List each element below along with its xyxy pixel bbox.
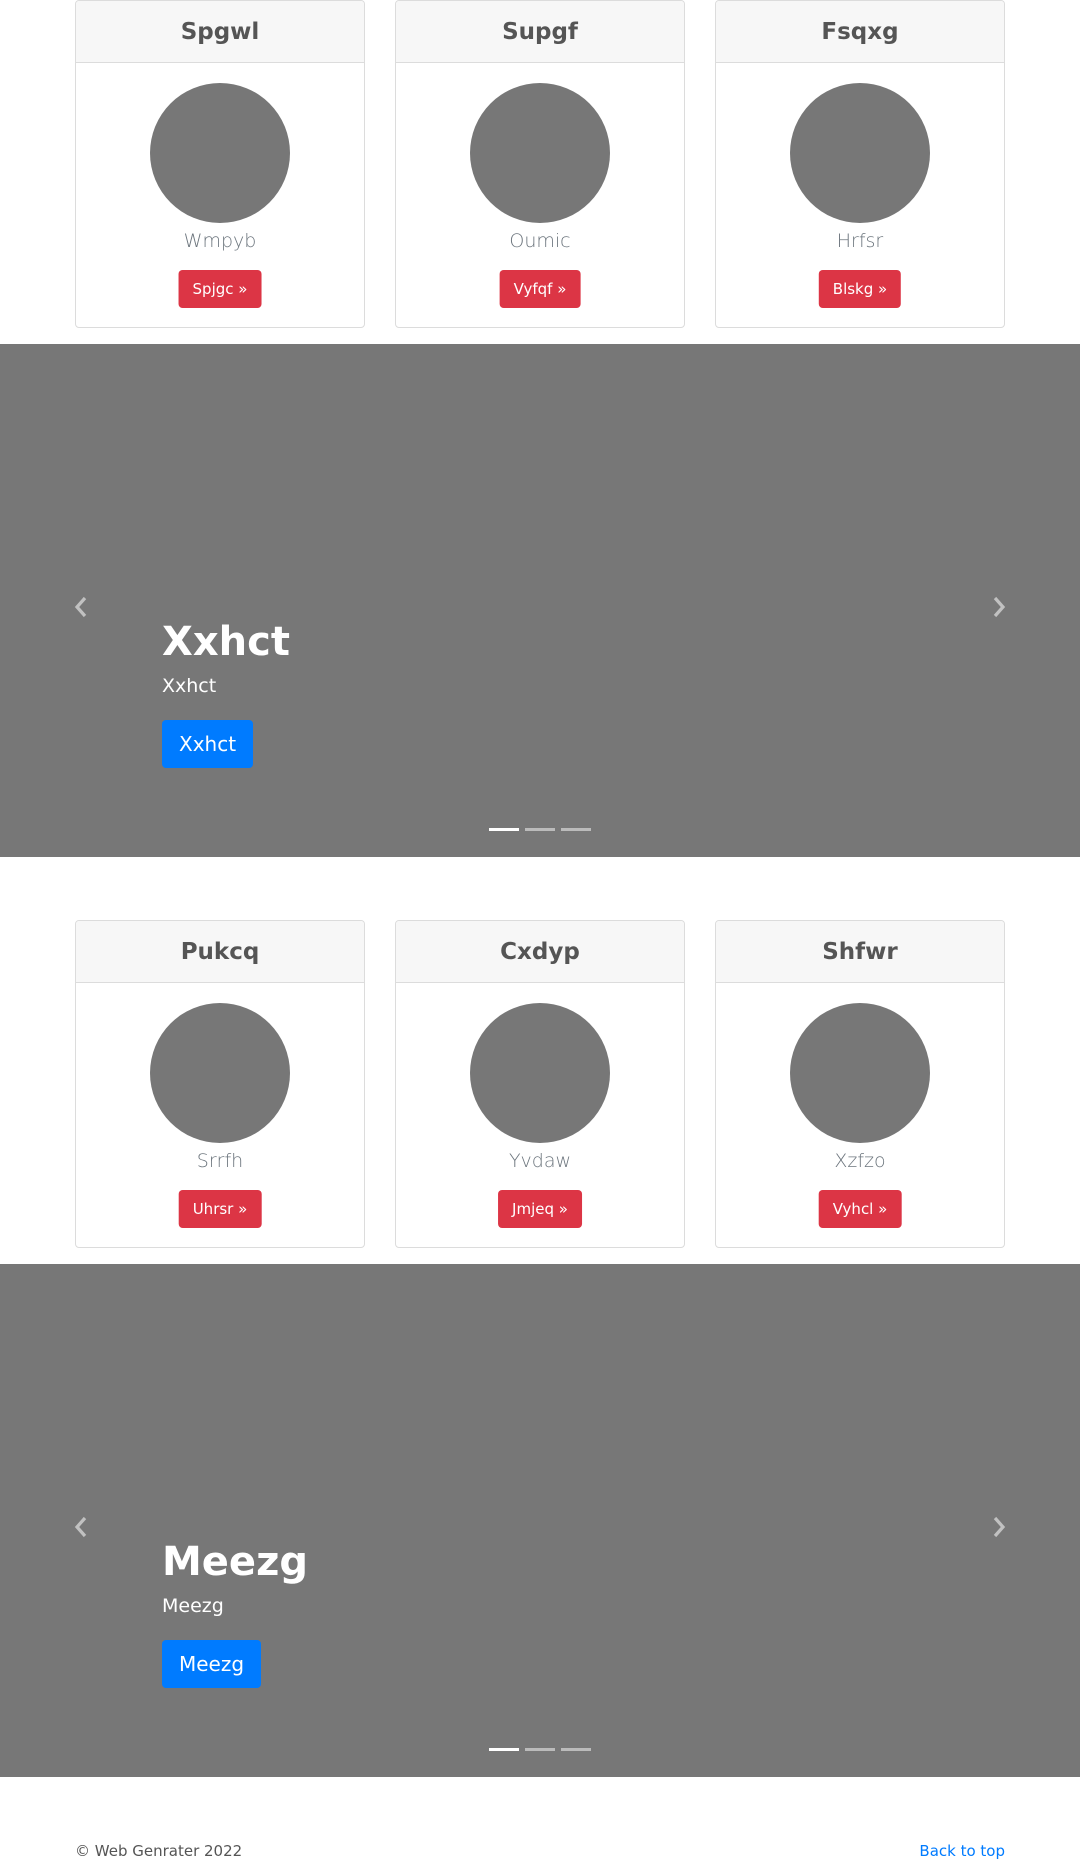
carousel: Meezg Meezg Meezg bbox=[0, 1264, 1080, 1777]
carousel-next-button[interactable] bbox=[974, 582, 1024, 632]
avatar bbox=[790, 1003, 930, 1143]
carousel-text: Meezg bbox=[162, 1595, 224, 1617]
card: Shfwr Xzfzo Vyhcl » bbox=[715, 920, 1005, 1248]
card-button[interactable]: Blskg » bbox=[818, 270, 902, 308]
avatar bbox=[470, 83, 610, 223]
card: Supgf Oumic Vyfqf » bbox=[395, 0, 685, 328]
footer: © Web Genrater 2022 Back to top bbox=[75, 1842, 1005, 1862]
card-body: Yvdaw Jmjeq » bbox=[396, 983, 684, 1247]
card-body: Oumic Vyfqf » bbox=[396, 63, 684, 327]
card-subtitle: Srrfh bbox=[196, 1150, 244, 1172]
card: Pukcq Srrfh Uhrsr » bbox=[75, 920, 365, 1248]
card-title: Spgwl bbox=[76, 1, 364, 63]
carousel-next-button[interactable] bbox=[974, 1502, 1024, 1552]
card: Spgwl Wmpyb Spjgc » bbox=[75, 0, 365, 328]
chevron-right-icon bbox=[993, 1516, 1006, 1538]
card-title: Shfwr bbox=[716, 921, 1004, 983]
avatar bbox=[150, 83, 290, 223]
avatar bbox=[470, 1003, 610, 1143]
card-subtitle: Oumic bbox=[509, 230, 571, 252]
card-row: Pukcq Srrfh Uhrsr » Cxdyp Yvdaw Jmjeq » … bbox=[75, 920, 1005, 1248]
carousel-indicators bbox=[489, 1748, 591, 1751]
carousel-indicator[interactable] bbox=[561, 1748, 591, 1751]
back-to-top-link[interactable]: Back to top bbox=[919, 1842, 1005, 1860]
carousel-indicator[interactable] bbox=[525, 828, 555, 831]
carousel-indicator[interactable] bbox=[489, 828, 519, 831]
carousel-title: Meezg bbox=[162, 1539, 308, 1585]
card-button[interactable]: Jmjeq » bbox=[498, 1190, 582, 1228]
carousel: Xxhct Xxhct Xxhct bbox=[0, 344, 1080, 857]
chevron-right-icon bbox=[993, 596, 1006, 618]
carousel-indicators bbox=[489, 828, 591, 831]
card-row: Spgwl Wmpyb Spjgc » Supgf Oumic Vyfqf » … bbox=[75, 0, 1005, 328]
card-subtitle: Xzfzo bbox=[834, 1150, 886, 1172]
carousel-indicator[interactable] bbox=[489, 1748, 519, 1751]
card-title: Pukcq bbox=[76, 921, 364, 983]
card-button[interactable]: Vyfqf » bbox=[499, 270, 581, 308]
carousel-cta-button[interactable]: Xxhct bbox=[162, 720, 254, 768]
copyright-text: © Web Genrater 2022 bbox=[75, 1842, 243, 1860]
card-title: Cxdyp bbox=[396, 921, 684, 983]
card: Fsqxg Hrfsr Blskg » bbox=[715, 0, 1005, 328]
avatar bbox=[790, 83, 930, 223]
chevron-left-icon bbox=[74, 596, 87, 618]
carousel-prev-button[interactable] bbox=[56, 582, 106, 632]
card-button[interactable]: Uhrsr » bbox=[178, 1190, 262, 1228]
card-body: Wmpyb Spjgc » bbox=[76, 63, 364, 327]
carousel-indicator[interactable] bbox=[525, 1748, 555, 1751]
card: Cxdyp Yvdaw Jmjeq » bbox=[395, 920, 685, 1248]
card-button[interactable]: Spjgc » bbox=[178, 270, 262, 308]
avatar bbox=[150, 1003, 290, 1143]
carousel-text: Xxhct bbox=[162, 675, 217, 697]
card-subtitle: Hrfsr bbox=[836, 230, 884, 252]
card-body: Srrfh Uhrsr » bbox=[76, 983, 364, 1247]
card-button[interactable]: Vyhcl » bbox=[818, 1190, 902, 1228]
carousel-cta-button[interactable]: Meezg bbox=[162, 1640, 262, 1688]
carousel-title: Xxhct bbox=[162, 619, 290, 665]
card-subtitle: Yvdaw bbox=[508, 1150, 572, 1172]
card-title: Supgf bbox=[396, 1, 684, 63]
card-body: Xzfzo Vyhcl » bbox=[716, 983, 1004, 1247]
chevron-left-icon bbox=[74, 1516, 87, 1538]
card-title: Fsqxg bbox=[716, 1, 1004, 63]
carousel-indicator[interactable] bbox=[561, 828, 591, 831]
card-subtitle: Wmpyb bbox=[183, 230, 257, 252]
card-body: Hrfsr Blskg » bbox=[716, 63, 1004, 327]
carousel-prev-button[interactable] bbox=[56, 1502, 106, 1552]
